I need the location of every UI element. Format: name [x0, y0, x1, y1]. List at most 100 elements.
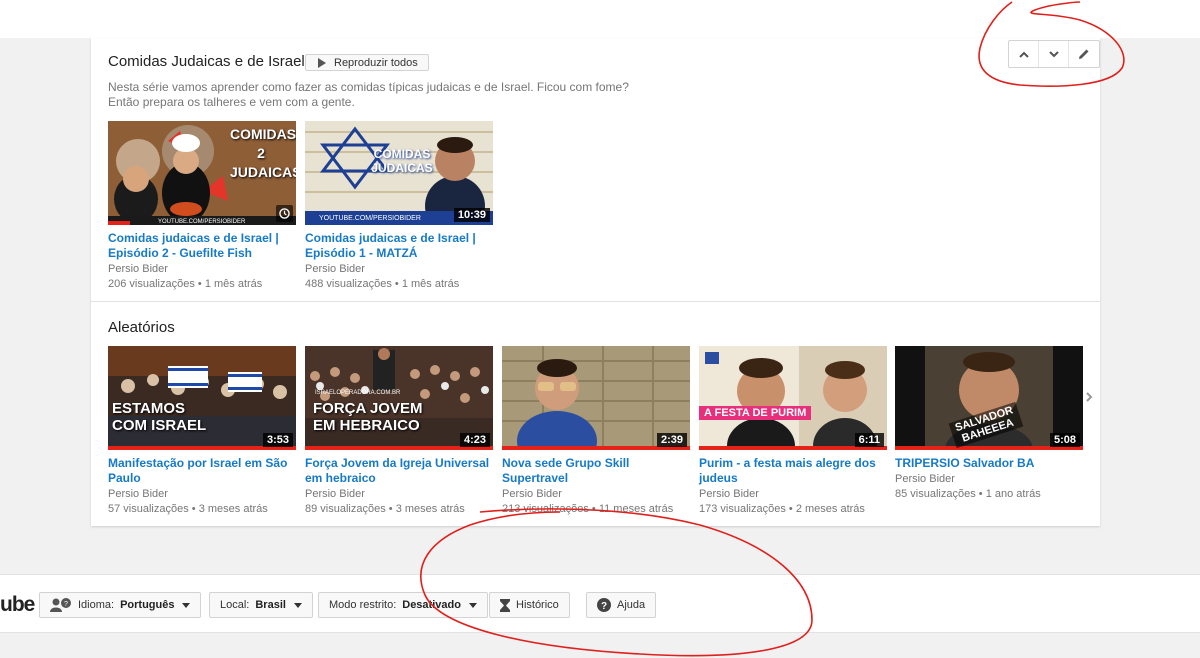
play-all-label: Reproduzir todos [334, 56, 418, 69]
caret-down-icon [293, 602, 302, 608]
restricted-label: Modo restrito: [329, 599, 397, 611]
chevron-right-icon [1086, 392, 1093, 402]
meta-separator: • [394, 278, 399, 290]
edit-section-button[interactable] [1069, 41, 1099, 67]
meta-separator: • [197, 278, 202, 290]
video-thumbnail[interactable]: SALVADOR BAHEEEA 5:08 [895, 346, 1083, 450]
random-video-tile[interactable]: A FESTA DE PURIM 6:11 Purim - a festa ma… [699, 346, 887, 516]
video-views: 173 visualizações [699, 503, 786, 515]
restricted-mode-button[interactable]: Modo restrito: Desativado [318, 592, 488, 618]
shelf-next-button[interactable] [1085, 390, 1093, 408]
video-meta: 213 visualizações • 11 meses atrás [502, 502, 690, 516]
thumbnail-overlay-label: A FESTA DE PURIM [704, 407, 807, 419]
move-down-button[interactable] [1039, 41, 1069, 67]
meta-separator: • [191, 503, 196, 515]
video-channel[interactable]: Persio Bider [108, 487, 296, 501]
video-meta: 488 visualizações • 1 mês atrás [305, 277, 493, 291]
help-button[interactable]: ? Ajuda [586, 592, 657, 618]
playlist-title[interactable]: Comidas Judaicas e de Israel [108, 53, 305, 70]
language-icon: ? [50, 598, 71, 612]
location-label: Local: [220, 599, 250, 611]
video-age: 3 meses atrás [198, 503, 268, 515]
video-views: 85 visualizações [895, 488, 976, 500]
video-duration: 3:53 [262, 433, 293, 447]
video-duration: 4:23 [459, 433, 490, 447]
video-duration: 2:39 [656, 433, 687, 447]
chevron-down-icon [1048, 50, 1059, 57]
video-thumbnail[interactable]: COMIDAS 2 JUDAICAS YOUTUBE.COM/PERSIOBID… [108, 121, 296, 225]
playlist-video-tile[interactable]: COMIDAS JUDAICAS YOUTUBE.COM/PERSIOBIDER… [305, 121, 493, 291]
thumbnail-overlay-text: A FESTA DE PURIM [699, 406, 812, 420]
section-controls [1008, 40, 1100, 68]
video-duration: 5:08 [1049, 433, 1080, 447]
video-thumbnail[interactable]: ESTAMOS COM ISRAEL 3:53 [108, 346, 296, 450]
video-channel[interactable]: Persio Bider [699, 487, 887, 501]
video-title[interactable]: Nova sede Grupo Skill Supertravel [502, 456, 690, 486]
video-duration: 6:11 [854, 433, 884, 447]
play-all-button[interactable]: Reproduzir todos [305, 54, 429, 71]
video-thumbnail[interactable]: 2:39 [502, 346, 690, 450]
playlist-video-tile[interactable]: COMIDAS 2 JUDAICAS YOUTUBE.COM/PERSIOBID… [108, 121, 296, 291]
video-meta: 206 visualizações • 1 mês atrás [108, 277, 296, 291]
pencil-icon [1079, 49, 1089, 59]
location-picker-button[interactable]: Local: Brasil [209, 592, 313, 618]
thumbnail-overlay-text: FORÇA JOVEM EM HEBRAICO [313, 400, 423, 434]
thumbnail-overlay-text: ESTAMOS COM ISRAEL [112, 400, 207, 434]
random-video-tile[interactable]: ISRAELOPERADORA.COM.BR FORÇA JOVEM EM HE… [305, 346, 493, 516]
video-meta: 57 visualizações • 3 meses atrás [108, 502, 296, 516]
video-thumbnail[interactable]: ISRAELOPERADORA.COM.BR FORÇA JOVEM EM HE… [305, 346, 493, 450]
video-title[interactable]: Comidas judaicas e de Israel | Episódio … [305, 231, 493, 261]
meta-separator: • [978, 488, 983, 500]
video-channel[interactable]: Persio Bider [305, 262, 493, 276]
video-views: 57 visualizações [108, 503, 189, 515]
video-title[interactable]: Força Jovem da Igreja Universal em hebra… [305, 456, 493, 486]
video-age: 1 mês atrás [401, 278, 460, 290]
random-video-tile[interactable]: 2:39 Nova sede Grupo Skill Supertravel P… [502, 346, 690, 516]
video-thumbnail[interactable]: COMIDAS JUDAICAS YOUTUBE.COM/PERSIOBIDER… [305, 121, 493, 225]
video-channel[interactable]: Persio Bider [895, 472, 1083, 486]
youtube-logo[interactable]: ube [0, 593, 35, 617]
video-channel[interactable]: Persio Bider [305, 487, 493, 501]
video-thumbnail[interactable]: A FESTA DE PURIM 6:11 [699, 346, 887, 450]
video-views: 206 visualizações [108, 278, 195, 290]
video-views: 213 visualizações [502, 503, 589, 515]
thumbnail-overlay-text: COMIDAS 2 JUDAICAS [230, 126, 296, 180]
clock-icon [279, 208, 290, 219]
help-icon: ? [597, 598, 611, 612]
move-up-button[interactable] [1009, 41, 1039, 67]
video-meta: 89 visualizações • 3 meses atrás [305, 502, 493, 516]
video-meta: 85 visualizações • 1 ano atrás [895, 487, 1083, 501]
video-views: 89 visualizações [305, 503, 386, 515]
location-value: Brasil [255, 599, 286, 611]
chevron-up-icon [1018, 51, 1029, 58]
playlist-section: Comidas Judaicas e de Israel Reproduzir … [91, 38, 1100, 302]
language-picker-button[interactable]: ? Idioma: Português [39, 592, 202, 618]
thumbnail-caption: YOUTUBE.COM/PERSIOBIDER [158, 219, 246, 225]
video-title[interactable]: Manifestação por Israel em São Paulo [108, 456, 296, 486]
caret-down-icon [182, 602, 191, 608]
video-title[interactable]: Purim - a festa mais alegre dos judeus [699, 456, 887, 486]
watch-later-button[interactable] [276, 205, 293, 222]
language-value: Português [120, 599, 175, 611]
meta-separator: • [388, 503, 393, 515]
thumbnail-overlay-text: COMIDAS JUDAICAS [371, 147, 433, 175]
thumbnail-caption: YOUTUBE.COM/PERSIOBIDER [319, 215, 421, 222]
history-button[interactable]: Histórico [489, 592, 570, 618]
masthead-strip [0, 0, 1200, 38]
playlist-description: Nesta série vamos aprender como fazer as… [108, 80, 629, 109]
history-label: Histórico [516, 599, 559, 611]
hourglass-icon [500, 598, 510, 612]
help-label: Ajuda [617, 599, 646, 611]
caret-down-icon [468, 602, 477, 608]
footer-bar: ube ? Idioma: Português Local: Brasil Mo… [0, 574, 1200, 633]
random-section-title[interactable]: Aleatórios [108, 319, 175, 336]
video-channel[interactable]: Persio Bider [502, 487, 690, 501]
random-video-tile[interactable]: ESTAMOS COM ISRAEL 3:53 Manifestação por… [108, 346, 296, 516]
play-icon [318, 57, 326, 68]
video-channel[interactable]: Persio Bider [108, 262, 296, 276]
video-views: 488 visualizações [305, 278, 392, 290]
video-title[interactable]: TRIPERSIO Salvador BA [895, 456, 1083, 471]
video-title[interactable]: Comidas judaicas e de Israel | Episódio … [108, 231, 296, 261]
random-video-tile[interactable]: SALVADOR BAHEEEA 5:08 TRIPERSIO Salvador… [895, 346, 1083, 501]
video-age: 1 mês atrás [204, 278, 263, 290]
